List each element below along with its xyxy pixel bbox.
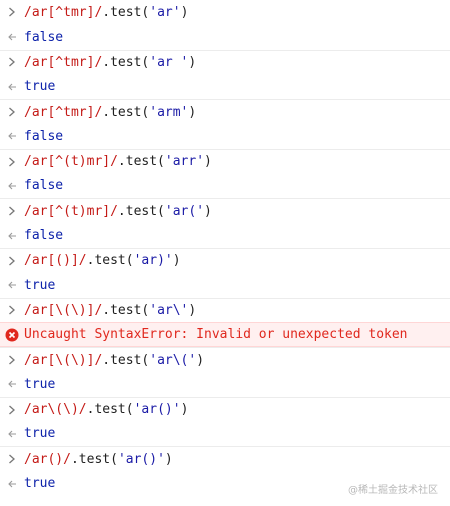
regex-literal: /ar[^tmr]/	[24, 54, 103, 70]
method-call: .test(	[86, 253, 134, 269]
regex-literal: /ar[^(t)mr]/	[24, 203, 118, 219]
return-arrow-icon	[6, 223, 18, 248]
regex-literal: /ar[()]/	[24, 253, 87, 269]
return-arrow-icon	[6, 25, 18, 50]
console-result-row: false	[0, 124, 450, 149]
result-value: true	[24, 476, 56, 492]
regex-literal: /ar[^tmr]/	[24, 104, 103, 120]
result-value: false	[24, 228, 64, 244]
console-result-row: true	[0, 372, 450, 397]
chevron-right-icon	[6, 249, 18, 273]
close-paren: )	[196, 352, 205, 368]
chevron-right-icon	[6, 447, 18, 471]
return-arrow-icon	[6, 471, 18, 496]
result-value: true	[24, 79, 56, 95]
chevron-right-icon	[6, 100, 18, 124]
console-result-row: false	[0, 223, 450, 248]
close-paren: )	[188, 104, 197, 120]
return-arrow-icon	[6, 174, 18, 199]
devtools-console: /ar[^tmr]/.test('ar') false /ar[^tmr]/.t…	[0, 0, 450, 506]
chevron-right-icon	[6, 299, 18, 323]
string-argument: 'ar'	[149, 4, 181, 20]
close-paren: )	[180, 402, 189, 418]
regex-literal: /ar[^tmr]/	[24, 4, 103, 20]
method-call: .test(	[86, 402, 134, 418]
close-paren: )	[180, 4, 189, 20]
error-icon	[5, 328, 19, 342]
method-call: .test(	[70, 451, 118, 467]
console-input-row[interactable]: /ar\(\)/.test('ar()')	[0, 396, 450, 422]
result-value: false	[24, 29, 64, 45]
console-input-row[interactable]: /ar[^(t)mr]/.test('arr')	[0, 148, 450, 174]
close-paren: )	[204, 203, 212, 219]
method-call: .test(	[102, 302, 150, 318]
return-arrow-icon	[6, 74, 18, 99]
string-argument: 'ar()'	[133, 402, 181, 418]
string-argument: 'ar('	[164, 203, 205, 219]
method-call: .test(	[117, 154, 165, 170]
close-paren: )	[172, 253, 181, 269]
close-paren: )	[164, 451, 173, 467]
chevron-right-icon	[6, 51, 18, 75]
console-input-row[interactable]: /ar[^tmr]/.test('ar')	[0, 0, 450, 25]
return-arrow-icon	[6, 422, 18, 447]
return-arrow-icon	[6, 273, 18, 298]
return-arrow-icon	[6, 124, 18, 149]
console-result-row: true	[0, 273, 450, 298]
method-call: .test(	[102, 104, 150, 120]
string-argument: 'arm'	[149, 104, 189, 120]
regex-literal: /ar[\(\)]/	[24, 352, 103, 368]
console-input-row[interactable]: /ar[^(t)mr]/.test('ar(')	[0, 198, 450, 223]
console-input-row[interactable]: /ar[\(\)]/.test('ar\(')	[0, 347, 450, 372]
chevron-right-icon	[6, 150, 18, 174]
console-result-row: true	[0, 74, 450, 99]
console-input-row[interactable]: /ar[()]/.test('ar)')	[0, 247, 450, 273]
console-error-row: Uncaught SyntaxError: Invalid or unexpec…	[0, 322, 450, 348]
close-paren: )	[188, 54, 197, 70]
string-argument: 'ar '	[149, 54, 189, 70]
string-argument: 'ar)'	[133, 253, 173, 269]
result-value: true	[24, 376, 56, 392]
chevron-right-icon	[6, 199, 18, 223]
method-call: .test(	[117, 203, 165, 219]
chevron-right-icon	[6, 0, 18, 25]
console-result-row: false	[0, 25, 450, 50]
string-argument: 'ar\('	[149, 352, 197, 368]
string-argument: 'ar\'	[149, 302, 189, 318]
chevron-right-icon	[6, 398, 18, 422]
method-call: .test(	[102, 54, 150, 70]
chevron-right-icon	[6, 348, 18, 372]
close-paren: )	[188, 302, 197, 318]
console-input-row[interactable]: /ar()/.test('ar()')	[0, 446, 450, 471]
console-result-row: false	[0, 174, 450, 199]
string-argument: 'ar()'	[117, 451, 165, 467]
watermark: @稀土掘金技术社区	[348, 485, 438, 496]
method-call: .test(	[102, 4, 150, 20]
result-value: true	[24, 277, 56, 293]
result-value: false	[24, 128, 64, 144]
regex-literal: /ar()/	[24, 451, 71, 467]
console-input-row[interactable]: /ar[\(\)]/.test('ar\')	[0, 297, 450, 323]
close-paren: )	[204, 154, 212, 170]
return-arrow-icon	[6, 372, 18, 397]
result-value: false	[24, 178, 64, 194]
console-result-row: true	[0, 422, 450, 447]
string-argument: 'arr'	[164, 154, 205, 170]
console-input-row[interactable]: /ar[^tmr]/.test('arm')	[0, 99, 450, 124]
method-call: .test(	[102, 352, 150, 368]
result-value: true	[24, 426, 56, 442]
regex-literal: /ar\(\)/	[24, 402, 87, 418]
regex-literal: /ar[^(t)mr]/	[24, 154, 118, 170]
error-message: Uncaught SyntaxError: Invalid or unexpec…	[24, 327, 408, 343]
console-input-row[interactable]: /ar[^tmr]/.test('ar ')	[0, 49, 450, 75]
regex-literal: /ar[\(\)]/	[24, 302, 103, 318]
